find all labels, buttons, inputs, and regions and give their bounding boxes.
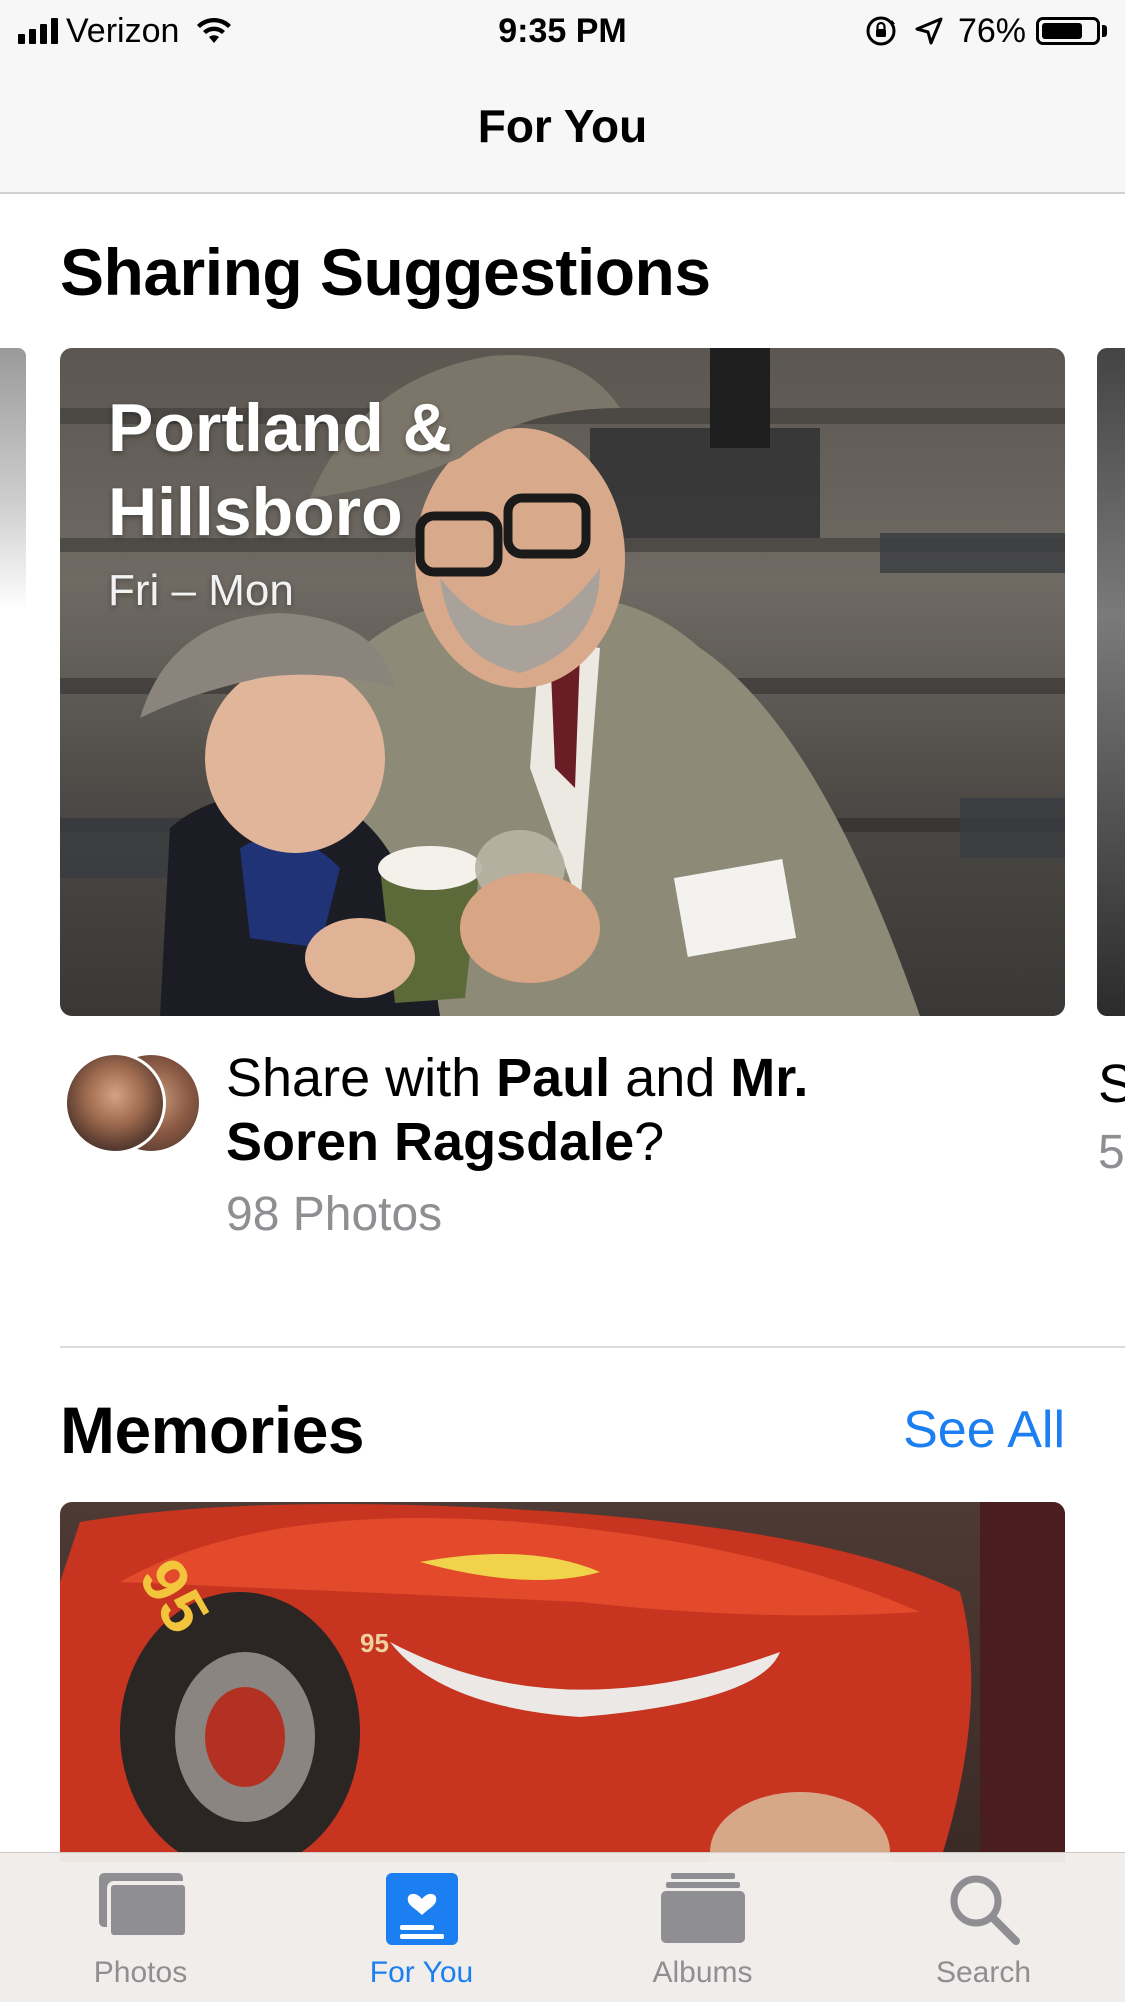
memory-photo-illustration: 95 95 [60, 1502, 1065, 1862]
tab-for-you[interactable]: For You [281, 1853, 562, 2002]
search-icon [843, 1871, 1124, 1947]
battery-nub [1102, 25, 1107, 37]
sharing-suggestion-card[interactable]: Portland & Hillsboro Fri – Mon [60, 348, 1065, 1016]
navigation-bar: For You [0, 62, 1125, 194]
next-suggestion-count-peek: 5 [1098, 1126, 1125, 1179]
page-title: For You [477, 100, 648, 152]
orientation-lock-icon [866, 16, 896, 46]
photos-icon [0, 1871, 281, 1947]
battery-percent: 76% [957, 12, 1026, 50]
tab-label: Search [935, 1956, 1032, 1989]
tab-label: Photos [93, 1956, 188, 1989]
sharing-suggestions-heading: Sharing Suggestions [60, 235, 711, 309]
memory-card[interactable]: 95 95 [60, 1502, 1065, 1862]
photo-count: 98 Photos [226, 1188, 443, 1241]
tab-albums[interactable]: Albums [562, 1853, 843, 2002]
card-date-range: Fri – Mon [108, 566, 294, 615]
tab-photos[interactable]: Photos [0, 1853, 281, 2002]
share-prompt-conjunction: and [610, 1048, 731, 1108]
location-arrow-icon [915, 17, 943, 45]
next-suggestion-card-peek[interactable] [1097, 348, 1125, 1016]
avatar [64, 1052, 166, 1154]
share-prompt[interactable]: Share with Paul and Mr. Soren Ragsdale? [226, 1046, 866, 1174]
share-prompt-suffix: ? [634, 1112, 665, 1172]
battery-icon [1036, 17, 1100, 45]
tab-label: Albums [652, 1956, 753, 1989]
recipient-name: Paul [496, 1048, 611, 1108]
status-right: 76% [864, 10, 1107, 52]
memories-heading: Memories [60, 1393, 365, 1467]
next-suggestion-text-peek: S [1098, 1054, 1125, 1114]
section-divider [60, 1346, 1125, 1348]
battery-fill [1042, 23, 1082, 39]
svg-text:95: 95 [360, 1628, 389, 1658]
previous-suggestion-card-peek[interactable] [0, 348, 26, 610]
tab-search[interactable]: Search [843, 1853, 1124, 2002]
tab-label: For You [369, 1956, 474, 1989]
card-title: Portland & Hillsboro [108, 390, 452, 550]
status-bar: Verizon 9:35 PM 76% [0, 0, 1125, 62]
albums-icon [562, 1871, 843, 1947]
recipient-avatars [64, 1052, 204, 1156]
for-you-icon [281, 1871, 562, 1947]
see-all-link[interactable]: See All [903, 1398, 1065, 1462]
share-prompt-prefix: Share with [226, 1048, 497, 1108]
tab-bar: Photos For You Albums Search [0, 1852, 1125, 2002]
